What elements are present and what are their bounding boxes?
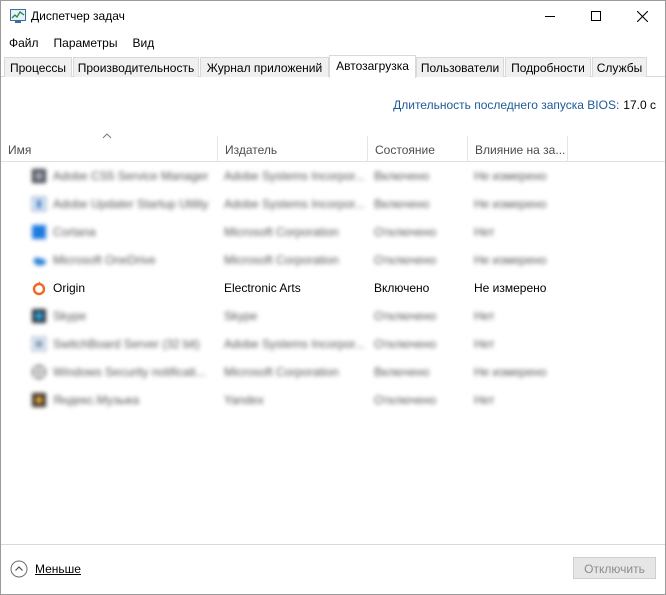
row-impact: Нет (474, 393, 495, 407)
row-publisher: Yandex (224, 393, 264, 407)
table-row[interactable]: Skype Skype Отключено Нет (1, 302, 665, 330)
bios-time: Длительность последнего запуска BIOS: 17.… (393, 98, 656, 112)
row-publisher: Skype (224, 309, 258, 323)
tab-strip: Процессы Производительность Журнал прило… (1, 55, 665, 78)
title-bar[interactable]: Диспетчер задач (1, 1, 665, 31)
row-name: Adobe CS5 Service Manager (53, 169, 209, 183)
footer-bar: Меньше Отключить (1, 544, 665, 594)
row-status: Отключено (374, 309, 437, 323)
column-header-publisher[interactable]: Издатель (218, 136, 368, 162)
menu-file[interactable]: Файл (1, 33, 46, 53)
close-icon (636, 10, 648, 22)
row-publisher: Microsoft Corporation (224, 365, 339, 379)
updater-icon (31, 196, 47, 212)
skype-icon (31, 308, 47, 324)
fewer-details-link[interactable]: Меньше (35, 562, 81, 576)
tab-performance[interactable]: Производительность (73, 57, 199, 77)
minimize-icon (545, 16, 555, 17)
row-publisher: Electronic Arts (224, 281, 301, 295)
row-status: Отключено (374, 393, 437, 407)
table-row[interactable]: Cortana Microsoft Corporation Отключено … (1, 218, 665, 246)
row-name: SwitchBoard Server (32 bit) (53, 337, 200, 351)
row-status: Включено (374, 169, 430, 183)
tab-users[interactable]: Пользователи (416, 57, 504, 77)
row-name: Origin (53, 281, 86, 295)
row-name: Windows Security notificati... (53, 365, 206, 379)
cortana-icon (31, 224, 47, 240)
maximize-icon (591, 11, 601, 21)
row-impact: Нет (474, 225, 495, 239)
maximize-button[interactable] (573, 1, 619, 31)
row-status: Отключено (374, 337, 437, 351)
row-status: Включено (374, 365, 430, 379)
bios-time-label: Длительность последнего запуска BIOS: (393, 98, 620, 112)
column-header-name[interactable]: Имя (1, 136, 218, 162)
tab-services[interactable]: Службы (592, 57, 647, 77)
task-manager-icon (10, 9, 26, 23)
row-impact: Не измерено (474, 281, 547, 295)
row-publisher: Microsoft Corporation (224, 225, 339, 239)
table-row[interactable]: SwitchBoard Server (32 bit) Adobe System… (1, 330, 665, 358)
row-impact: Не измерено (474, 169, 547, 183)
table-header: Имя Издатель Состояние Влияние на за... (1, 136, 665, 162)
menu-options[interactable]: Параметры (46, 33, 125, 53)
minimize-button[interactable] (527, 1, 573, 31)
table-row[interactable]: Adobe Updater Startup Utility Adobe Syst… (1, 190, 665, 218)
tab-processes[interactable]: Процессы (4, 57, 72, 77)
row-impact: Не измерено (474, 253, 547, 267)
row-name: Яндекс.Музыка (53, 393, 140, 407)
row-name: Cortana (53, 225, 96, 239)
adobe-icon (31, 168, 47, 184)
chevron-up-circle-icon[interactable] (10, 560, 28, 581)
column-header-status[interactable]: Состояние (368, 136, 468, 162)
menu-view[interactable]: Вид (124, 33, 161, 53)
row-publisher: Adobe Systems Incorpor... (224, 337, 364, 351)
row-name: Microsoft OneDrive (53, 253, 156, 267)
tab-details[interactable]: Подробности (505, 57, 591, 77)
menu-bar: Файл Параметры Вид (1, 33, 161, 53)
row-name: Adobe Updater Startup Utility (53, 197, 209, 211)
table-row[interactable]: Microsoft OneDrive Microsoft Corporation… (1, 246, 665, 274)
origin-icon (31, 280, 47, 296)
shield-icon (31, 364, 47, 380)
row-impact: Нет (474, 309, 495, 323)
disable-button[interactable]: Отключить (573, 557, 656, 579)
onedrive-icon (31, 252, 47, 268)
window-title: Диспетчер задач (31, 9, 125, 23)
close-button[interactable] (619, 1, 665, 31)
tab-startup[interactable]: Автозагрузка (329, 55, 416, 78)
row-impact: Нет (474, 337, 495, 351)
task-manager-window: Диспетчер задач Файл Параметры Вид Проце… (0, 0, 666, 595)
table-row[interactable]: Adobe CS5 Service Manager Adobe Systems … (1, 162, 665, 190)
row-publisher: Microsoft Corporation (224, 253, 339, 267)
row-status: Отключено (374, 253, 437, 267)
row-status: Включено (374, 197, 430, 211)
table-row[interactable]: Origin Electronic Arts Включено Не измер… (1, 274, 665, 302)
row-publisher: Adobe Systems Incorpor... (224, 197, 364, 211)
table-row[interactable]: Windows Security notificati... Microsoft… (1, 358, 665, 386)
row-publisher: Adobe Systems Incorpor... (224, 169, 364, 183)
row-impact: Не измерено (474, 197, 547, 211)
row-impact: Не измерено (474, 365, 547, 379)
row-name: Skype (53, 309, 87, 323)
startup-table: Adobe CS5 Service Manager Adobe Systems … (1, 162, 665, 414)
bios-time-value: 17.0 с (623, 98, 656, 112)
yandex-music-icon (31, 392, 47, 408)
column-header-impact[interactable]: Влияние на за... (468, 136, 568, 162)
switchboard-icon (31, 336, 47, 352)
tab-app-history[interactable]: Журнал приложений (200, 57, 329, 77)
row-status: Отключено (374, 225, 437, 239)
table-row[interactable]: Яндекс.Музыка Yandex Отключено Нет (1, 386, 665, 414)
row-status: Включено (374, 281, 430, 295)
